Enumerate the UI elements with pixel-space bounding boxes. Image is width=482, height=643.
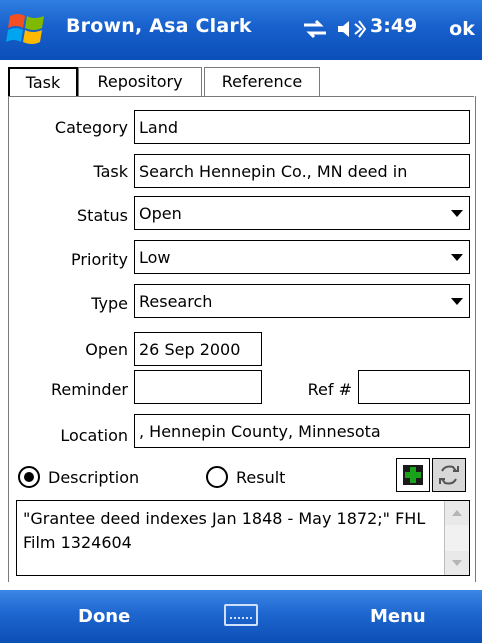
tab-reference[interactable]: Reference [204, 67, 320, 96]
type-dropdown[interactable]: Research [134, 284, 470, 318]
refresh-note-button[interactable] [432, 458, 466, 492]
scroll-down-icon[interactable] [445, 551, 469, 575]
result-radio-label[interactable]: Result [236, 468, 285, 487]
windows-start-icon[interactable] [6, 10, 48, 50]
chevron-down-icon[interactable] [451, 254, 463, 261]
ref-number-label: Ref # [307, 380, 352, 399]
ref-number-field[interactable] [358, 370, 470, 404]
radio-selected-dot [24, 472, 34, 482]
clock[interactable]: 3:49 [370, 15, 417, 37]
priority-value: Low [139, 248, 171, 267]
open-date-field[interactable]: 26 Sep 2000 [134, 332, 262, 366]
status-icons [302, 14, 366, 44]
priority-dropdown[interactable]: Low [134, 240, 470, 274]
type-label: Type [91, 294, 128, 313]
plus-green-icon [403, 465, 423, 485]
window-title: Brown, Asa Clark [66, 15, 252, 37]
category-field[interactable]: Land [134, 110, 470, 144]
status-dropdown[interactable]: Open [134, 196, 470, 230]
description-text: "Grantee deed indexes Jan 1848 - May 187… [23, 509, 431, 552]
title-bar: Brown, Asa Clark 3:49 ok [0, 0, 482, 60]
status-value: Open [139, 204, 182, 223]
chevron-down-icon[interactable] [451, 298, 463, 305]
open-label: Open [85, 340, 128, 359]
tab-task[interactable]: Task [8, 67, 78, 97]
keyboard-keys [230, 617, 252, 619]
type-value: Research [139, 292, 213, 311]
chevron-down-icon[interactable] [451, 210, 463, 217]
task-field[interactable]: Search Hennepin Co., MN deed in [134, 154, 470, 188]
add-note-button[interactable] [396, 458, 430, 492]
done-softkey[interactable]: Done [78, 606, 130, 627]
softkey-bar: Done Menu [0, 590, 482, 643]
description-radio-label[interactable]: Description [48, 468, 139, 487]
memo-scrollbar[interactable] [444, 501, 469, 575]
keyboard-icon[interactable] [224, 604, 258, 626]
speaker-icon[interactable] [336, 17, 366, 41]
reminder-field[interactable] [134, 370, 262, 404]
location-label: Location [60, 426, 128, 445]
status-label: Status [77, 206, 128, 225]
menu-softkey[interactable]: Menu [370, 606, 426, 627]
result-radio[interactable] [206, 466, 228, 488]
reminder-label: Reminder [51, 380, 128, 399]
task-label: Task [93, 162, 128, 181]
scroll-up-icon[interactable] [445, 501, 469, 525]
connectivity-icon[interactable] [302, 17, 328, 41]
tab-repository[interactable]: Repository [78, 67, 202, 96]
location-field[interactable]: , Hennepin County, Minnesota [134, 414, 470, 448]
priority-label: Priority [71, 250, 128, 269]
description-radio[interactable] [18, 466, 40, 488]
ok-button[interactable]: ok [444, 10, 480, 48]
description-textarea[interactable]: "Grantee deed indexes Jan 1848 - May 187… [16, 500, 470, 576]
category-label: Category [54, 118, 128, 137]
refresh-icon [439, 465, 459, 485]
